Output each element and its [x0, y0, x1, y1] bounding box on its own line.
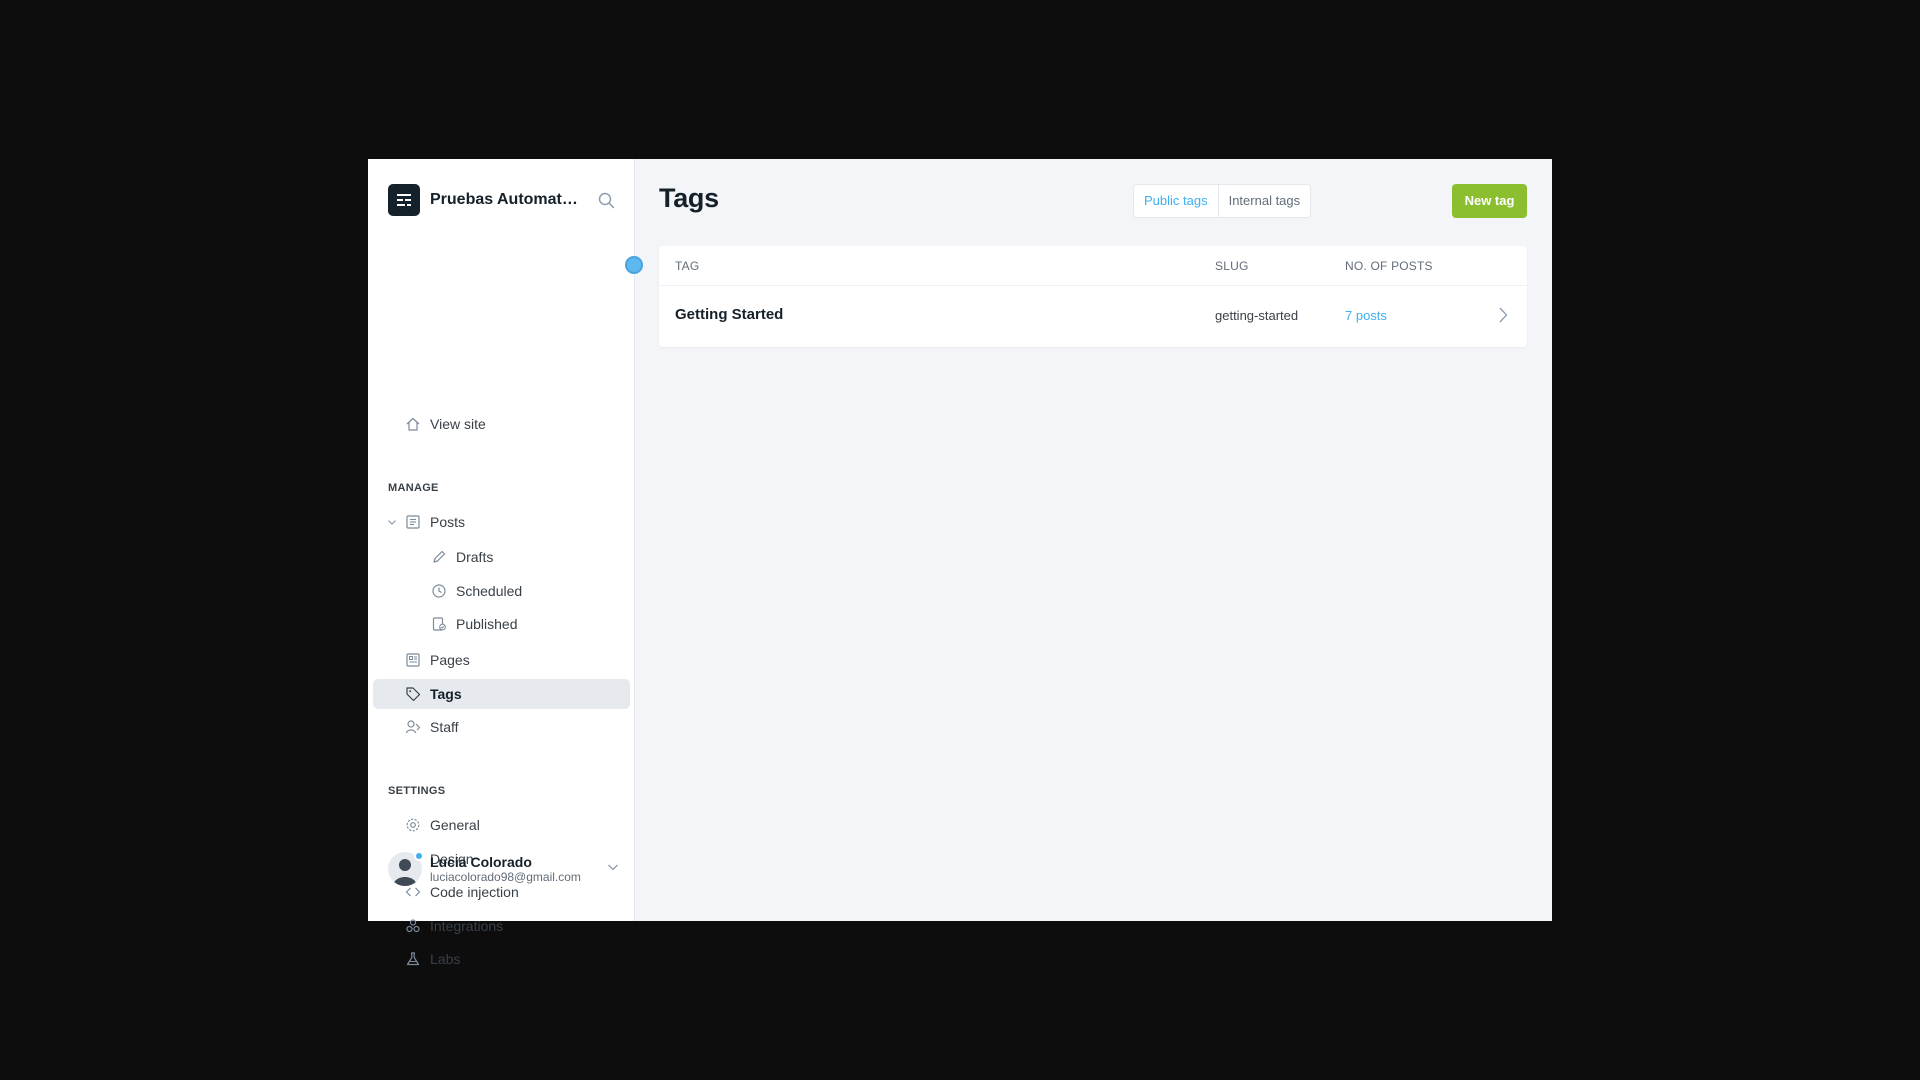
tags-table: TAG SLUG NO. OF POSTS Getting Started ge…: [659, 246, 1527, 347]
published-icon: [430, 615, 448, 633]
gear-icon: [404, 816, 422, 834]
table-row[interactable]: Getting Started getting-started 7 posts: [659, 286, 1527, 346]
tag-icon: [404, 685, 422, 703]
sidebar-item-label: Published: [456, 616, 518, 632]
column-header-tag: TAG: [675, 259, 700, 273]
tag-slug: getting-started: [1215, 308, 1299, 323]
home-icon: [404, 415, 422, 433]
sidebar-item-label: Scheduled: [456, 583, 523, 599]
sidebar-item-published[interactable]: Published: [430, 609, 518, 639]
pages-icon: [404, 651, 422, 669]
sidebar-item-label: Staff: [430, 719, 459, 735]
sidebar-item-tags[interactable]: Tags: [373, 679, 630, 709]
tag-type-switch: Public tags Internal tags: [1133, 184, 1312, 218]
search-icon[interactable]: [596, 190, 616, 210]
column-header-slug: SLUG: [1215, 259, 1249, 273]
tag-name[interactable]: Getting Started: [675, 306, 783, 323]
status-dot: [414, 851, 424, 861]
pencil-icon: [430, 548, 448, 566]
sidebar-item-label: Drafts: [456, 549, 494, 565]
sidebar-item-general[interactable]: General: [404, 810, 480, 840]
sidebar-item-label: Tags: [430, 686, 462, 702]
chevron-right-icon[interactable]: [1496, 306, 1510, 329]
sidebar-item-label: Labs: [430, 951, 461, 967]
manage-section-label: MANAGE: [388, 482, 439, 494]
sidebar-item-label: Code injection: [430, 884, 519, 900]
site-name[interactable]: Pruebas Automatizadas: [430, 191, 580, 209]
chevron-down-icon[interactable]: [606, 860, 620, 879]
sidebar-item-staff[interactable]: Staff: [404, 712, 459, 742]
sidebar-item-drafts[interactable]: Drafts: [430, 542, 493, 572]
new-tag-button[interactable]: New tag: [1452, 184, 1527, 218]
sidebar-item-posts[interactable]: Posts: [386, 507, 465, 537]
internal-tags-tab[interactable]: Internal tags: [1219, 185, 1311, 217]
integrations-icon: [404, 917, 422, 935]
user-menu[interactable]: Lucia Colorado luciacolorado98@gmail.com: [388, 851, 620, 886]
sidebar-item-labs[interactable]: Labs: [404, 944, 460, 974]
sidebar-item-pages[interactable]: Pages: [404, 645, 470, 675]
public-tags-tab[interactable]: Public tags: [1134, 185, 1219, 217]
sidebar-item-scheduled[interactable]: Scheduled: [430, 576, 522, 606]
clock-icon: [430, 582, 448, 600]
sidebar-item-label: Integrations: [430, 918, 504, 934]
staff-icon: [404, 718, 422, 736]
brand: Pruebas Automatizadas: [388, 184, 616, 216]
main-content: Tags Public tags Internal tags New tag T…: [635, 159, 1552, 921]
page-title: Tags: [659, 183, 719, 213]
sidebar: Pruebas Automatizadas View site MANAGE P…: [368, 159, 643, 967]
user-email: luciacolorado98@gmail.com: [430, 870, 581, 884]
posts-icon: [404, 513, 422, 531]
sidebar-item-label: General: [430, 817, 480, 833]
sidebar-item-label: View site: [430, 416, 486, 432]
admin-window: Pruebas Automatizadas View site MANAGE P…: [368, 159, 1552, 967]
user-info: Lucia Colorado luciacolorado98@gmail.com: [430, 854, 595, 884]
chevron-down-icon[interactable]: [386, 513, 398, 531]
site-logo-icon[interactable]: [388, 184, 420, 216]
table-header: TAG SLUG NO. OF POSTS: [659, 246, 1527, 286]
sidebar-item-label: Posts: [430, 514, 466, 530]
settings-section-label: SETTINGS: [388, 785, 446, 797]
user-name: Lucia Colorado: [430, 854, 532, 870]
column-header-posts: NO. OF POSTS: [1345, 259, 1433, 273]
flask-icon: [404, 950, 422, 968]
sidebar-item-integrations[interactable]: Integrations: [404, 911, 503, 941]
sidebar-item-view-site[interactable]: View site: [404, 409, 486, 439]
sidebar-item-label: Pages: [430, 652, 470, 668]
tag-post-count[interactable]: 7 posts: [1345, 308, 1387, 323]
